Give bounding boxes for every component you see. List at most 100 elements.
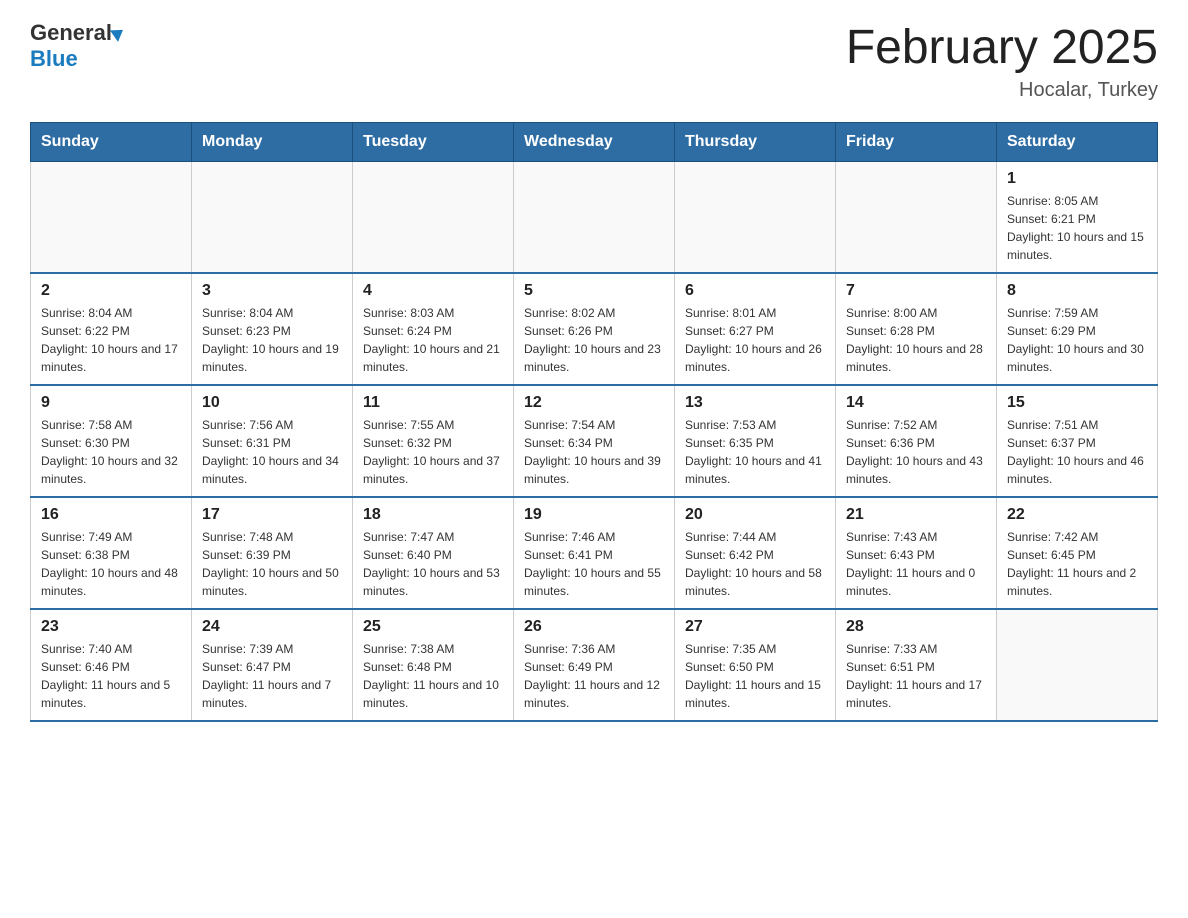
calendar-cell: 11 Sunrise: 7:55 AMSunset: 6:32 PMDayligh… (353, 385, 514, 497)
calendar-cell: 21 Sunrise: 7:43 AMSunset: 6:43 PMDayligh… (836, 497, 997, 609)
day-info: Sunrise: 7:46 AMSunset: 6:41 PMDaylight:… (524, 528, 664, 600)
logo-general-text: General (30, 20, 112, 46)
day-info: Sunrise: 8:01 AMSunset: 6:27 PMDaylight:… (685, 304, 825, 376)
logo-triangle-icon (110, 24, 127, 42)
day-info: Sunrise: 8:02 AMSunset: 6:26 PMDaylight:… (524, 304, 664, 376)
day-number: 18 (363, 506, 503, 524)
day-info: Sunrise: 7:44 AMSunset: 6:42 PMDaylight:… (685, 528, 825, 600)
calendar-cell: 12 Sunrise: 7:54 AMSunset: 6:34 PMDayligh… (514, 385, 675, 497)
weekday-header-tuesday: Tuesday (353, 123, 514, 162)
day-number: 2 (41, 282, 181, 300)
calendar-cell: 23 Sunrise: 7:40 AMSunset: 6:46 PMDayligh… (31, 609, 192, 721)
day-number: 7 (846, 282, 986, 300)
calendar-cell (514, 162, 675, 274)
weekday-header-thursday: Thursday (675, 123, 836, 162)
day-number: 3 (202, 282, 342, 300)
day-info: Sunrise: 8:03 AMSunset: 6:24 PMDaylight:… (363, 304, 503, 376)
day-info: Sunrise: 7:43 AMSunset: 6:43 PMDaylight:… (846, 528, 986, 600)
logo-blue-text: Blue (30, 46, 78, 71)
day-number: 28 (846, 618, 986, 636)
day-number: 24 (202, 618, 342, 636)
calendar-body: 1 Sunrise: 8:05 AMSunset: 6:21 PMDaylight… (31, 162, 1158, 722)
day-number: 25 (363, 618, 503, 636)
calendar-cell: 16Sunrise: 7:49 AMSunset: 6:38 PMDayligh… (31, 497, 192, 609)
location-subtitle: Hocalar, Turkey (846, 79, 1158, 102)
day-info: Sunrise: 7:47 AMSunset: 6:40 PMDaylight:… (363, 528, 503, 600)
calendar-cell: 18 Sunrise: 7:47 AMSunset: 6:40 PMDayligh… (353, 497, 514, 609)
day-info: Sunrise: 7:39 AMSunset: 6:47 PMDaylight:… (202, 640, 342, 712)
weekday-header-saturday: Saturday (997, 123, 1158, 162)
day-number: 17 (202, 506, 342, 524)
calendar-cell: 27Sunrise: 7:35 AMSunset: 6:50 PMDayligh… (675, 609, 836, 721)
day-info: Sunrise: 7:40 AMSunset: 6:46 PMDaylight:… (41, 640, 181, 712)
day-info: Sunrise: 7:56 AMSunset: 6:31 PMDaylight:… (202, 416, 342, 488)
day-info: Sunrise: 8:04 AMSunset: 6:23 PMDaylight:… (202, 304, 342, 376)
day-number: 26 (524, 618, 664, 636)
calendar-week-row: 1 Sunrise: 8:05 AMSunset: 6:21 PMDaylight… (31, 162, 1158, 274)
day-info: Sunrise: 7:53 AMSunset: 6:35 PMDaylight:… (685, 416, 825, 488)
day-info: Sunrise: 8:05 AMSunset: 6:21 PMDaylight:… (1007, 192, 1147, 264)
calendar-cell: 14 Sunrise: 7:52 AMSunset: 6:36 PMDayligh… (836, 385, 997, 497)
day-number: 9 (41, 394, 181, 412)
day-number: 8 (1007, 282, 1147, 300)
day-info: Sunrise: 8:00 AMSunset: 6:28 PMDaylight:… (846, 304, 986, 376)
day-number: 27 (685, 618, 825, 636)
day-number: 19 (524, 506, 664, 524)
calendar-cell (836, 162, 997, 274)
day-info: Sunrise: 7:42 AMSunset: 6:45 PMDaylight:… (1007, 528, 1147, 600)
calendar-week-row: 2 Sunrise: 8:04 AMSunset: 6:22 PMDaylight… (31, 273, 1158, 385)
calendar-cell (997, 609, 1158, 721)
calendar-cell: 10 Sunrise: 7:56 AMSunset: 6:31 PMDayligh… (192, 385, 353, 497)
day-info: Sunrise: 7:38 AMSunset: 6:48 PMDaylight:… (363, 640, 503, 712)
day-number: 20 (685, 506, 825, 524)
calendar-cell: 22 Sunrise: 7:42 AMSunset: 6:45 PMDayligh… (997, 497, 1158, 609)
day-number: 23 (41, 618, 181, 636)
calendar-cell: 2 Sunrise: 8:04 AMSunset: 6:22 PMDaylight… (31, 273, 192, 385)
day-info: Sunrise: 7:48 AMSunset: 6:39 PMDaylight:… (202, 528, 342, 600)
day-info: Sunrise: 7:54 AMSunset: 6:34 PMDaylight:… (524, 416, 664, 488)
day-number: 4 (363, 282, 503, 300)
day-number: 11 (363, 394, 503, 412)
calendar-cell (675, 162, 836, 274)
day-number: 22 (1007, 506, 1147, 524)
day-number: 13 (685, 394, 825, 412)
page-header: General Blue February 2025 Hocalar, Turk… (30, 20, 1158, 102)
weekday-header-friday: Friday (836, 123, 997, 162)
weekday-header-monday: Monday (192, 123, 353, 162)
day-number: 10 (202, 394, 342, 412)
day-number: 14 (846, 394, 986, 412)
calendar-cell: 28Sunrise: 7:33 AMSunset: 6:51 PMDayligh… (836, 609, 997, 721)
calendar-cell (192, 162, 353, 274)
day-info: Sunrise: 7:59 AMSunset: 6:29 PMDaylight:… (1007, 304, 1147, 376)
weekday-header-sunday: Sunday (31, 123, 192, 162)
day-info: Sunrise: 7:58 AMSunset: 6:30 PMDaylight:… (41, 416, 181, 488)
calendar-cell: 19 Sunrise: 7:46 AMSunset: 6:41 PMDayligh… (514, 497, 675, 609)
calendar-cell: 1 Sunrise: 8:05 AMSunset: 6:21 PMDaylight… (997, 162, 1158, 274)
calendar-cell: 13 Sunrise: 7:53 AMSunset: 6:35 PMDayligh… (675, 385, 836, 497)
calendar-cell: 8 Sunrise: 7:59 AMSunset: 6:29 PMDaylight… (997, 273, 1158, 385)
calendar-cell: 15 Sunrise: 7:51 AMSunset: 6:37 PMDayligh… (997, 385, 1158, 497)
day-info: Sunrise: 8:04 AMSunset: 6:22 PMDaylight:… (41, 304, 181, 376)
day-info: Sunrise: 7:51 AMSunset: 6:37 PMDaylight:… (1007, 416, 1147, 488)
calendar-cell: 6Sunrise: 8:01 AMSunset: 6:27 PMDaylight… (675, 273, 836, 385)
calendar-cell: 7 Sunrise: 8:00 AMSunset: 6:28 PMDaylight… (836, 273, 997, 385)
month-title: February 2025 (846, 20, 1158, 75)
day-number: 21 (846, 506, 986, 524)
calendar-header: SundayMondayTuesdayWednesdayThursdayFrid… (31, 123, 1158, 162)
weekday-header-wednesday: Wednesday (514, 123, 675, 162)
day-info: Sunrise: 7:49 AMSunset: 6:38 PMDaylight:… (41, 528, 181, 600)
day-number: 12 (524, 394, 664, 412)
calendar-cell: 4 Sunrise: 8:03 AMSunset: 6:24 PMDaylight… (353, 273, 514, 385)
day-info: Sunrise: 7:52 AMSunset: 6:36 PMDaylight:… (846, 416, 986, 488)
calendar-table: SundayMondayTuesdayWednesdayThursdayFrid… (30, 122, 1158, 722)
calendar-cell: 26Sunrise: 7:36 AMSunset: 6:49 PMDayligh… (514, 609, 675, 721)
calendar-cell: 24 Sunrise: 7:39 AMSunset: 6:47 PMDayligh… (192, 609, 353, 721)
day-number: 1 (1007, 170, 1147, 188)
title-area: February 2025 Hocalar, Turkey (846, 20, 1158, 102)
calendar-cell: 20 Sunrise: 7:44 AMSunset: 6:42 PMDayligh… (675, 497, 836, 609)
day-info: Sunrise: 7:55 AMSunset: 6:32 PMDaylight:… (363, 416, 503, 488)
day-number: 15 (1007, 394, 1147, 412)
calendar-week-row: 23 Sunrise: 7:40 AMSunset: 6:46 PMDayligh… (31, 609, 1158, 721)
calendar-cell: 3 Sunrise: 8:04 AMSunset: 6:23 PMDaylight… (192, 273, 353, 385)
calendar-cell: 25 Sunrise: 7:38 AMSunset: 6:48 PMDayligh… (353, 609, 514, 721)
